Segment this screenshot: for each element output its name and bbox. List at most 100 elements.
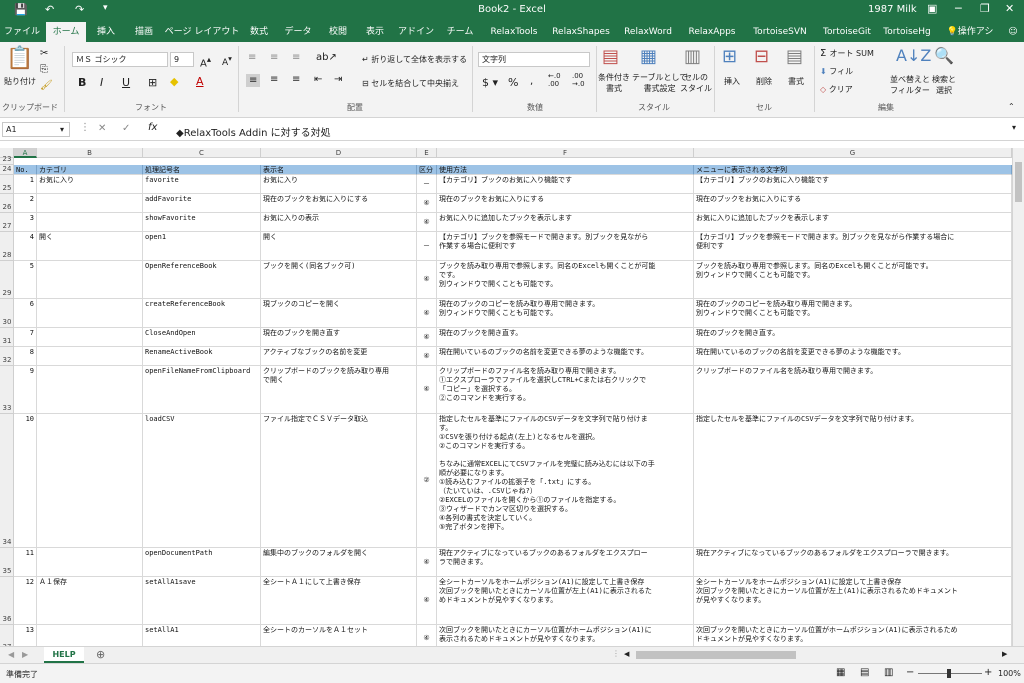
tab-formulas[interactable]: 数式 [242,22,276,42]
table-header-cell[interactable]: 表示名 [261,165,417,175]
column-header-a[interactable]: A [14,148,37,158]
column-header-b[interactable]: B [37,148,143,158]
table-header-cell[interactable]: No. [14,165,37,175]
table-cell-kubun[interactable]: ④ [417,299,437,328]
table-cell-usage[interactable]: 【カテゴリ】ブックのお気に入り機能です [437,175,694,194]
add-sheet-icon[interactable]: ⊕ [96,648,105,661]
column-header-c[interactable]: C [143,148,261,158]
zoom-level[interactable]: 100% [998,669,1021,678]
hscroll-left-icon[interactable]: ◀ [624,650,629,658]
table-cell-disp[interactable]: クリップボードのブックを読み取り専用 で開く [261,366,417,414]
tab-home[interactable]: ホーム [46,22,86,42]
orientation-icon[interactable]: ab↗ [316,52,337,63]
row-header[interactable]: 37 [0,625,14,646]
align-middle-icon[interactable]: ≡ [270,52,278,63]
table-cell-disp[interactable]: ブックを開く(同名ブック可) [261,261,417,299]
row-header[interactable]: 34 [0,414,14,548]
table-cell-kubun[interactable]: ④ [417,347,437,366]
table-cell-disp[interactable]: 現在のブックを開き直す [261,328,417,347]
tab-tortoisesvn[interactable]: TortoiseSVN [744,22,816,42]
tab-draw[interactable]: 描画 [126,22,162,42]
table-cell-func[interactable]: CloseAndOpen [143,328,261,347]
table-header-cell[interactable]: 処理記号名 [143,165,261,175]
number-format-select[interactable]: 文字列 [478,52,590,67]
hscroll-thumb[interactable] [636,651,796,659]
table-cell-usage[interactable]: 現在のブックのコピーを読み取り専用で開きます。 別ウィンドウで開くことも可能です… [437,299,694,328]
conditional-format-button[interactable]: 条件付き 書式 [598,72,630,94]
table-cell-usage[interactable]: クリップボードのファイル名を読み取り専用で開きます。 ①エクスプローラでファイル… [437,366,694,414]
table-cell-disp[interactable]: アクティブなブックの名前を変更 [261,347,417,366]
table-cell-kubun[interactable]: ④ [417,548,437,577]
delete-cells-button[interactable]: 削除 [756,76,772,87]
table-cell-no[interactable]: 11 [14,548,37,577]
table-cell-usage[interactable]: 現在開いているのブックの名前を変更できる夢のような機能です。 [437,347,694,366]
vertical-scrollbar[interactable] [1012,148,1024,646]
table-cell-disp[interactable]: 現ブックのコピーを開く [261,299,417,328]
fill-color-icon[interactable]: ◆ [170,75,178,88]
table-cell-usage[interactable]: お気に入りに追加したブックを表示します [437,213,694,232]
row-header[interactable]: 24 [0,165,14,175]
table-cell-cat[interactable] [37,194,143,213]
zoom-slider-thumb[interactable] [947,669,951,678]
table-cell-kubun[interactable]: ④ [417,213,437,232]
table-cell-func[interactable]: setAllA1save [143,577,261,625]
table-cell-disp[interactable]: 現在のブックをお気に入りにする [261,194,417,213]
table-cell-disp[interactable]: 全シートのカーソルをＡ１セット [261,625,417,646]
table-cell-menu[interactable]: 現在のブックをお気に入りにする [694,194,1012,213]
table-cell-no[interactable]: 7 [14,328,37,347]
row-header[interactable]: 31 [0,328,14,347]
row-header[interactable]: 32 [0,347,14,366]
hscroll-split-icon[interactable]: ⋮ [612,649,620,658]
table-cell-menu[interactable]: 全シートカーソルをホームポジション(A1)に設定して上書き保存 次回ブックを開い… [694,577,1012,625]
cell-styles-icon[interactable]: ▥ [684,46,701,67]
table-cell-disp[interactable]: 開く [261,232,417,261]
align-top-icon[interactable]: ≡ [248,52,256,63]
tab-addins[interactable]: アドイン [394,22,438,42]
user-name[interactable]: 1987 Milk [868,4,917,15]
conditional-format-icon[interactable]: ▤ [602,46,619,67]
scrollbar-thumb[interactable] [1015,162,1022,202]
hscroll-right-icon[interactable]: ▶ [1002,650,1007,658]
table-cell-menu[interactable]: 次回ブックを開いたときにカーソル位置がホームポジション(A1)に表示されるため … [694,625,1012,646]
table-cell-no[interactable]: 2 [14,194,37,213]
table-cell-cat[interactable] [37,213,143,232]
tab-tortoisehg[interactable]: TortoiseHg [878,22,936,42]
increase-indent-icon[interactable]: ⇥ [334,74,342,85]
table-cell-no[interactable]: 1 [14,175,37,194]
table-cell-kubun[interactable]: － [417,232,437,261]
align-right-icon[interactable]: ≡ [292,74,300,85]
tab-review[interactable]: 校閲 [320,22,356,42]
page-break-view-icon[interactable]: ▥ [884,667,893,678]
cell-styles-button[interactable]: セルの スタイル [680,72,712,94]
paste-button[interactable]: 貼り付け [4,76,36,87]
name-box-dropdown-icon[interactable]: ▾ [60,125,64,134]
row-header[interactable]: 28 [0,232,14,261]
table-cell-menu[interactable]: 現在のブックを開き直す。 [694,328,1012,347]
table-cell-kubun[interactable]: ④ [417,366,437,414]
increase-decimal-icon[interactable]: ←.0.00 [548,72,561,88]
table-cell-no[interactable]: 12 [14,577,37,625]
table-cell-cat[interactable] [37,548,143,577]
find-select-button[interactable]: 検索と 選択 [932,74,956,96]
table-cell-usage[interactable]: ブックを読み取り専用で参照します。同名のExcelも開くことが可能 です。 別ウ… [437,261,694,299]
tab-tortoisegit[interactable]: TortoiseGit [818,22,876,42]
tab-relaxshapes[interactable]: RelaxShapes [548,22,614,42]
table-cell-func[interactable]: loadCSV [143,414,261,548]
table-cell-menu[interactable]: 指定したセルを基準にファイルのCSVデータを文字列で貼り付けます。 [694,414,1012,548]
table-cell-kubun[interactable]: － [417,175,437,194]
column-header-f[interactable]: F [437,148,694,158]
shrink-font-icon[interactable]: A▾ [222,54,232,68]
table-cell-func[interactable]: addFavorite [143,194,261,213]
share-icon[interactable]: ☺ [1004,22,1022,42]
merge-center-button[interactable]: ⊟ セルを結合して中央揃え [362,78,459,89]
table-cell-usage[interactable]: 次回ブックを開いたときにカーソル位置がホームポジション(A1)に 表示されるため… [437,625,694,646]
table-cell-no[interactable]: 3 [14,213,37,232]
row-header[interactable]: 27 [0,213,14,232]
tab-page-layout[interactable]: ページ レイアウト [164,22,240,42]
table-cell-func[interactable]: OpenReferenceBook [143,261,261,299]
find-select-icon[interactable]: 🔍 [934,46,954,65]
table-cell-disp[interactable]: 編集中のブックのフォルダを開く [261,548,417,577]
comma-style-icon[interactable]: , [530,76,533,87]
table-cell-no[interactable]: 6 [14,299,37,328]
close-icon[interactable]: ✕ [1005,2,1014,15]
